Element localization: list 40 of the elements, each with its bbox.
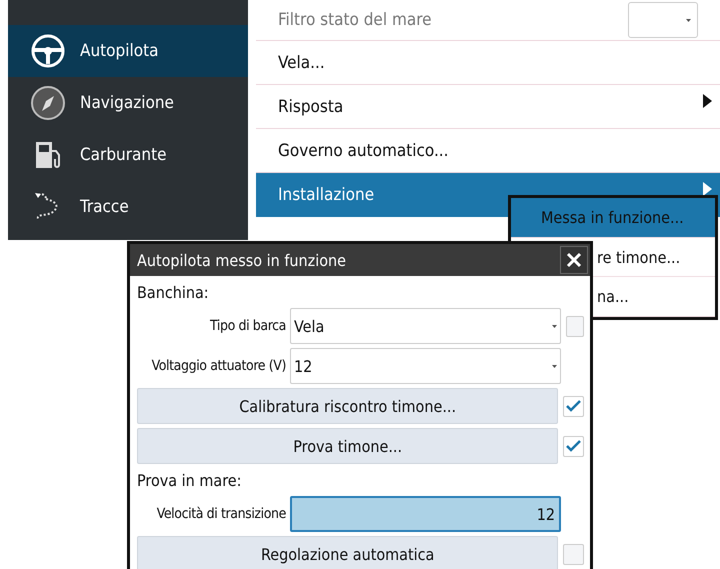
section-heading: Banchina: [137, 282, 210, 304]
number-field[interactable]: 12 [290, 496, 561, 532]
dropdown-caret-icon [686, 18, 691, 22]
checkbox[interactable] [563, 544, 584, 564]
select-field[interactable]: Vela [290, 308, 561, 344]
sidebar-item[interactable]: Tracce [8, 181, 248, 233]
sidebar-item-label: Autopilota [80, 41, 158, 61]
close-icon [566, 252, 582, 268]
select-field[interactable]: 12 [290, 348, 561, 384]
dropdown-caret-icon [552, 324, 557, 328]
dropdown-field[interactable] [628, 2, 698, 38]
menu-item-label: Risposta [278, 96, 344, 116]
checkbox[interactable] [563, 436, 584, 456]
action-button[interactable]: Calibratura riscontro timone... [137, 388, 558, 424]
menu-item-label: Installazione [278, 184, 376, 204]
action-button[interactable]: Prova timone... [137, 428, 558, 464]
menu-item[interactable]: Filtro stato del mare [256, 0, 720, 41]
field-label: Tipo di barca [209, 318, 286, 334]
section-heading: Prova in mare: [137, 470, 242, 492]
sidebar-item-label: Carburante [80, 145, 167, 165]
sidebar-item[interactable]: Carburante [8, 129, 248, 181]
menu-item-label: Vela... [278, 52, 326, 72]
submenu-item[interactable]: Messa in funzione... [511, 198, 715, 238]
field-label: Velocità di transizione [156, 506, 286, 522]
menu-item-label: Filtro stato del mare [278, 10, 433, 30]
checkbox[interactable] [566, 316, 584, 336]
dialog-title: Autopilota messo in funzione [137, 250, 346, 270]
action-button[interactable]: Regolazione automatica [137, 536, 558, 569]
submenu-arrow-icon [703, 94, 712, 108]
compass-icon [30, 85, 66, 121]
menu-item-label: Governo automatico... [278, 140, 450, 160]
field-label: Voltaggio attuatore (V) [150, 358, 286, 374]
sidebar-item-label: Tracce [80, 197, 129, 217]
close-button[interactable] [560, 246, 588, 274]
sidebar-item[interactable]: Autopilota [8, 25, 248, 77]
steering-wheel-icon [30, 33, 66, 69]
sidebar-item-label: Navigazione [80, 93, 174, 113]
dropdown-caret-icon [552, 364, 557, 368]
checkbox[interactable] [563, 396, 584, 416]
sidebar-item[interactable]: Navigazione [8, 77, 248, 129]
